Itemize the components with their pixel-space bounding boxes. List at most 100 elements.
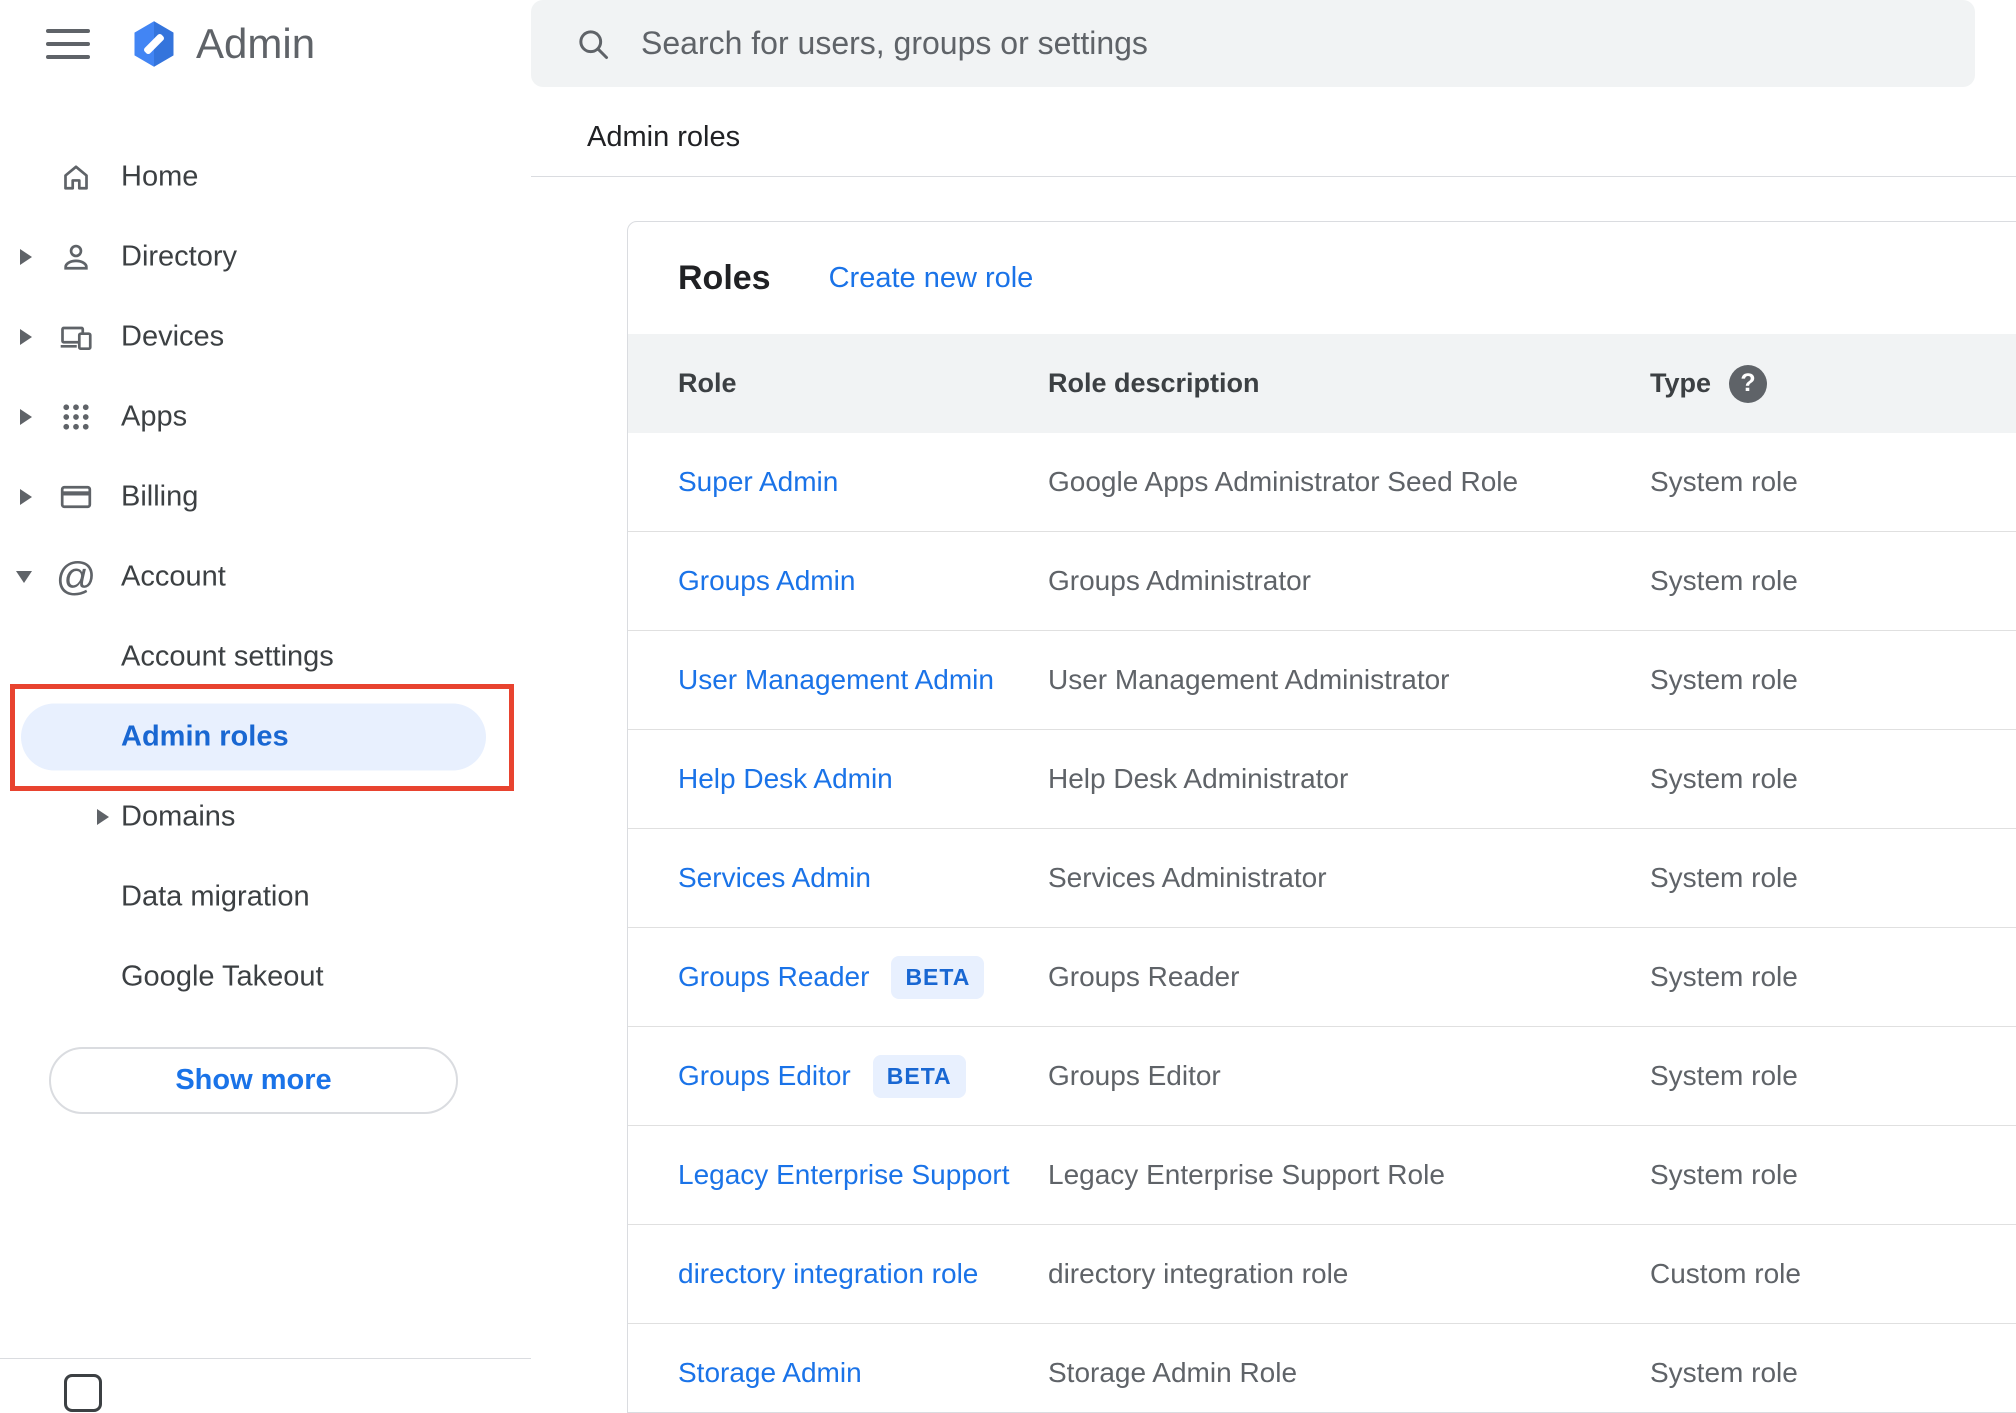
role-type: System role xyxy=(1650,1357,1798,1388)
role-link[interactable]: Groups Admin xyxy=(678,565,855,597)
role-type: System role xyxy=(1650,763,1798,794)
home-icon xyxy=(56,157,96,197)
role-description: Services Administrator xyxy=(1048,862,1327,893)
credit-card-icon xyxy=(56,477,96,517)
google-admin-hexagon-icon xyxy=(128,18,180,70)
sidebar-item-label: Google Takeout xyxy=(121,960,324,993)
table-row: Services Admin Services Administrator Sy… xyxy=(628,829,2016,928)
chevron-down-icon[interactable] xyxy=(16,571,32,583)
beta-badge: BETA xyxy=(872,1054,966,1098)
role-link[interactable]: Storage Admin xyxy=(678,1357,862,1389)
role-link[interactable]: Services Admin xyxy=(678,862,871,894)
search-bar[interactable] xyxy=(531,0,1975,87)
devices-icon xyxy=(56,317,96,357)
role-link[interactable]: Legacy Enterprise Support xyxy=(678,1159,1010,1191)
product-name: Admin xyxy=(196,19,316,67)
sidebar-item-label: Account xyxy=(121,560,226,593)
role-type: System role xyxy=(1650,466,1798,497)
role-description: Google Apps Administrator Seed Role xyxy=(1048,466,1519,497)
role-type: System role xyxy=(1650,961,1798,992)
apps-grid-icon xyxy=(56,397,96,437)
show-more-button[interactable]: Show more xyxy=(49,1047,458,1114)
sidebar-item-label: Directory xyxy=(121,240,238,273)
role-type: System role xyxy=(1650,565,1798,596)
chevron-right-icon[interactable] xyxy=(20,329,32,345)
sidebar-item-account-settings[interactable]: Account settings xyxy=(0,617,531,697)
sidebar-item-data-migration[interactable]: Data migration xyxy=(0,857,531,937)
roles-card: Roles Create new role Role Role descript… xyxy=(627,221,2016,1413)
chevron-right-icon[interactable] xyxy=(20,249,32,265)
sidebar: Admin Home Directory Devices Apps Billin… xyxy=(0,0,531,1412)
chevron-right-icon[interactable] xyxy=(20,409,32,425)
sidebar-item-google-takeout[interactable]: Google Takeout xyxy=(0,937,531,1017)
role-description: User Management Administrator xyxy=(1048,664,1450,695)
sidebar-item-label: Home xyxy=(121,160,199,193)
at-sign-icon: @ xyxy=(55,555,97,599)
role-link[interactable]: directory integration role xyxy=(678,1258,978,1290)
sidebar-item-label: Admin roles xyxy=(121,720,289,753)
chevron-right-icon[interactable] xyxy=(20,489,32,505)
role-link[interactable]: Help Desk Admin xyxy=(678,763,893,795)
sidebar-item-account[interactable]: @ Account xyxy=(0,537,531,617)
role-description: Storage Admin Role xyxy=(1048,1357,1298,1388)
table-row: Legacy Enterprise Support Legacy Enterpr… xyxy=(628,1126,2016,1225)
sidebar-item-label: Devices xyxy=(121,320,225,353)
sidebar-item-billing[interactable]: Billing xyxy=(0,457,531,537)
sidebar-item-directory[interactable]: Directory xyxy=(0,217,531,297)
app-bar: Admin xyxy=(0,0,531,87)
table-row: Groups Reader BETA Groups Reader System … xyxy=(628,928,2016,1027)
sidebar-item-admin-roles[interactable]: Admin roles xyxy=(0,697,531,777)
role-type: System role xyxy=(1650,1159,1798,1190)
role-link[interactable]: User Management Admin xyxy=(678,664,994,696)
role-link[interactable]: Super Admin xyxy=(678,466,838,498)
table-row: Groups Admin Groups Administrator System… xyxy=(628,532,2016,631)
help-icon[interactable]: ? xyxy=(1729,364,1768,403)
role-type: System role xyxy=(1650,664,1798,695)
sidebar-item-domains[interactable]: Domains xyxy=(0,777,531,857)
roles-title: Roles xyxy=(678,258,771,297)
header-divider xyxy=(531,176,2016,177)
role-link[interactable]: Groups Editor xyxy=(678,1060,851,1092)
sidebar-item-home[interactable]: Home xyxy=(0,137,531,217)
column-header-type: Type xyxy=(1650,368,1712,398)
chevron-right-icon[interactable] xyxy=(97,809,109,825)
sidebar-item-label: Data migration xyxy=(121,880,310,913)
google-admin-logo[interactable]: Admin xyxy=(128,18,315,70)
sidebar-item-label: Domains xyxy=(121,800,236,833)
role-description: Legacy Enterprise Support Role xyxy=(1048,1159,1445,1190)
role-description: directory integration role xyxy=(1048,1258,1349,1289)
sidebar-item-devices[interactable]: Devices xyxy=(0,297,531,377)
search-icon xyxy=(575,26,611,62)
role-description: Groups Administrator xyxy=(1048,565,1311,596)
sidebar-item-label: Account settings xyxy=(121,640,334,673)
sidebar-item-apps[interactable]: Apps xyxy=(0,377,531,457)
sidebar-item-label: Apps xyxy=(121,400,188,433)
create-new-role-link[interactable]: Create new role xyxy=(829,262,1034,295)
partial-bottom-icon[interactable] xyxy=(64,1374,102,1412)
role-type: Custom role xyxy=(1650,1258,1801,1289)
table-header-row: Role Role description Type ? xyxy=(628,334,2016,433)
role-type: System role xyxy=(1650,862,1798,893)
role-type: System role xyxy=(1650,1060,1798,1091)
search-input[interactable] xyxy=(639,24,1945,63)
sidebar-footer-divider xyxy=(0,1358,531,1359)
table-row: User Management Admin User Management Ad… xyxy=(628,631,2016,730)
breadcrumb: Admin roles xyxy=(587,121,741,153)
role-link[interactable]: Groups Reader xyxy=(678,961,869,993)
roles-card-header: Roles Create new role xyxy=(628,222,2016,334)
table-row: Super Admin Google Apps Administrator Se… xyxy=(628,433,2016,532)
sidebar-nav: Home Directory Devices Apps Billing @ Ac… xyxy=(0,137,531,1017)
table-row: Help Desk Admin Help Desk Administrator … xyxy=(628,730,2016,829)
role-description: Help Desk Administrator xyxy=(1048,763,1349,794)
table-row: directory integration role directory int… xyxy=(628,1225,2016,1324)
table-row: Storage Admin Storage Admin Role System … xyxy=(628,1324,2016,1412)
sidebar-item-label: Billing xyxy=(121,480,199,513)
role-description: Groups Reader xyxy=(1048,961,1240,992)
hamburger-menu-icon[interactable] xyxy=(46,28,92,59)
beta-badge: BETA xyxy=(891,955,985,999)
table-row: Groups Editor BETA Groups Editor System … xyxy=(628,1027,2016,1126)
person-icon xyxy=(56,237,96,277)
role-description: Groups Editor xyxy=(1048,1060,1221,1091)
column-header-role: Role xyxy=(678,368,737,398)
column-header-description: Role description xyxy=(1048,368,1260,398)
